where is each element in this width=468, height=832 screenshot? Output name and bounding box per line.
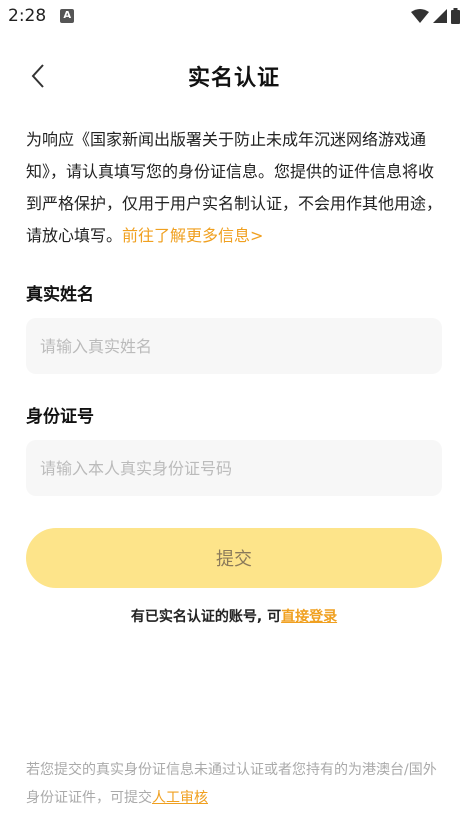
id-label: 身份证号: [26, 407, 94, 427]
wifi-icon: [411, 9, 429, 23]
status-right-icons: [411, 8, 460, 24]
login-prompt-text: 有已实名认证的账号, 可: [130, 609, 282, 625]
login-prompt: 有已实名认证的账号, 可直接登录: [0, 606, 468, 626]
name-label: 真实姓名: [26, 285, 94, 305]
chevron-left-icon: [31, 64, 44, 88]
direct-login-link[interactable]: 直接登录: [281, 609, 337, 625]
real-name-auth-page: 2:28 A 实名认证 为响应《国家新闻出版署关于防止未成年沉迷网络游戏通知》，…: [0, 0, 468, 832]
name-input[interactable]: [26, 318, 442, 374]
back-button[interactable]: [24, 62, 52, 90]
footer-note: 若您提交的真实身份证信息未通过认证或者您持有的为港澳台/国外身份证证件，可提交人…: [26, 756, 446, 812]
signal-icon: [433, 9, 447, 23]
battery-icon: [451, 8, 460, 24]
learn-more-link[interactable]: 前往了解更多信息>: [122, 226, 263, 245]
status-bar: 2:28 A: [0, 0, 468, 32]
status-time: 2:28: [8, 6, 47, 26]
notification-icon: A: [60, 9, 75, 23]
footer-text: 若您提交的真实身份证信息未通过认证或者您持有的为港澳台/国外身份证证件，可提交: [26, 762, 437, 806]
id-number-input[interactable]: [26, 440, 442, 496]
submit-button[interactable]: 提交: [26, 528, 442, 588]
manual-review-link[interactable]: 人工审核: [152, 790, 208, 806]
page-title: 实名认证: [187, 66, 280, 91]
page-header: 实名认证: [0, 48, 468, 104]
intro-text: 为响应《国家新闻出版署关于防止未成年沉迷网络游戏通知》，请认真填写您的身份证信息…: [26, 124, 446, 252]
